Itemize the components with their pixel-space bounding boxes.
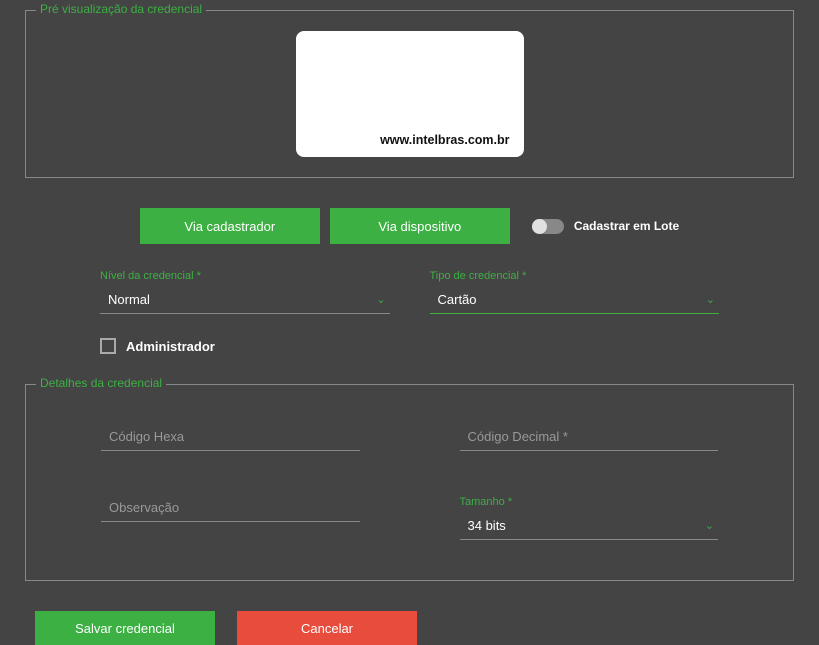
via-dispositivo-button[interactable]: Via dispositivo <box>330 208 510 244</box>
details-row-1 <box>101 425 718 451</box>
credential-preview-fieldset: Pré visualização da credencial www.intel… <box>25 10 794 178</box>
tipo-group: Tipo de credencial * Cartão ⌄ <box>430 270 720 314</box>
via-cadastrador-button[interactable]: Via cadastrador <box>140 208 320 244</box>
observacao-input[interactable] <box>101 496 360 522</box>
card-url-text: www.intelbras.com.br <box>380 133 509 147</box>
chevron-down-icon: ⌄ <box>705 519 714 532</box>
codigo-decimal-group <box>460 425 719 451</box>
chevron-down-icon: ⌄ <box>706 293 715 306</box>
admin-checkbox[interactable] <box>100 338 116 354</box>
codigo-hexa-input[interactable] <box>101 425 360 451</box>
batch-toggle-wrapper: Cadastrar em Lote <box>532 219 679 234</box>
tamanho-label: Tamanho * <box>460 496 719 508</box>
tipo-value: Cartão <box>438 292 477 307</box>
toggle-knob <box>532 219 547 234</box>
tipo-label: Tipo de credencial * <box>430 270 720 282</box>
credential-details-fieldset: Detalhes da credencial Tamanho * 34 bits… <box>25 384 794 581</box>
cancel-button[interactable]: Cancelar <box>237 611 417 645</box>
nivel-value: Normal <box>108 292 150 307</box>
tipo-select[interactable]: Cartão ⌄ <box>430 288 720 314</box>
save-credential-button[interactable]: Salvar credencial <box>35 611 215 645</box>
nivel-select[interactable]: Normal ⌄ <box>100 288 390 314</box>
nivel-group: Nível da credencial * Normal ⌄ <box>100 270 390 314</box>
tamanho-value: 34 bits <box>468 518 506 533</box>
observacao-group <box>101 496 360 540</box>
codigo-decimal-input[interactable] <box>460 425 719 451</box>
nivel-label: Nível da credencial * <box>100 270 390 282</box>
action-buttons-row: Via cadastrador Via dispositivo Cadastra… <box>0 208 819 244</box>
batch-toggle-label: Cadastrar em Lote <box>574 219 679 233</box>
codigo-hexa-group <box>101 425 360 451</box>
tamanho-group: Tamanho * 34 bits ⌄ <box>460 496 719 540</box>
credential-type-row: Nível da credencial * Normal ⌄ Tipo de c… <box>0 270 819 314</box>
tamanho-select[interactable]: 34 bits ⌄ <box>460 514 719 540</box>
batch-toggle[interactable] <box>532 219 564 234</box>
credential-card-preview: www.intelbras.com.br <box>296 31 524 157</box>
admin-checkbox-label: Administrador <box>126 339 215 354</box>
details-title: Detalhes da credencial <box>36 376 166 390</box>
chevron-down-icon: ⌄ <box>376 293 385 306</box>
details-row-2: Tamanho * 34 bits ⌄ <box>101 496 718 540</box>
preview-title: Pré visualização da credencial <box>36 2 206 16</box>
footer-buttons: Salvar credencial Cancelar <box>35 611 819 645</box>
admin-checkbox-row: Administrador <box>0 338 819 354</box>
